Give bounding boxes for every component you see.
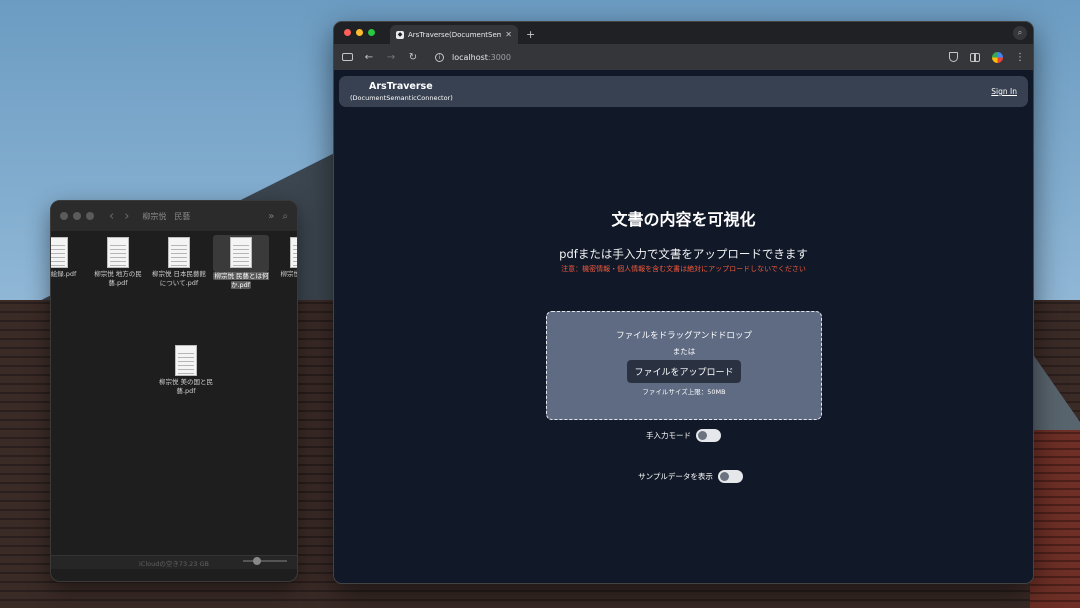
favicon-icon: ◆	[396, 30, 404, 39]
more-chevron-icon[interactable]: »	[268, 211, 274, 222]
brand[interactable]: ArsTraverse (DocumentSemanticConnector)	[350, 81, 453, 102]
finder-file-grid: …跡絵録.pdf 柳宗悦 地方の民藝.pdf 柳宗悦 日本民藝館について.pdf…	[51, 231, 297, 569]
manual-mode-toggle[interactable]	[696, 429, 721, 442]
brand-name: ArsTraverse	[369, 81, 433, 92]
sign-in-link[interactable]: Sign In	[991, 87, 1017, 96]
window-minimize-button[interactable]	[356, 29, 363, 36]
window-zoom-button[interactable]	[368, 29, 375, 36]
more-menu-icon[interactable]: ⋮	[1015, 52, 1025, 63]
tab-search-icon[interactable]: ⌕	[1013, 26, 1027, 40]
dropzone-or: または	[672, 347, 696, 356]
forward-arrow-icon[interactable]: ›	[124, 209, 129, 224]
window-close-button[interactable]	[344, 29, 351, 36]
browser-window: ◆ ArsTraverse(DocumentSemanticConnector)…	[333, 21, 1034, 584]
file-item[interactable]: 柳宗悦 地方の民藝.pdf	[90, 237, 146, 288]
forward-icon[interactable]: →	[385, 52, 397, 63]
sample-data-toggle[interactable]	[717, 470, 743, 483]
warning-text: 注意：機密情報・個人情報を含む文書は絶対にアップロードしないでください	[561, 265, 806, 273]
pdf-file-icon	[175, 345, 197, 376]
pdf-file-icon	[230, 237, 252, 268]
brand-subtitle: (DocumentSemanticConnector)	[350, 94, 453, 102]
back-arrow-icon[interactable]: ‹	[109, 209, 114, 224]
dropzone-instruction: ファイルをドラッグアンドドロップ	[616, 331, 752, 341]
browser-toolbar: ← → ↻ i localhost:3000 ⋮	[334, 44, 1033, 70]
finder-status-bar: iCloudの空き73.23 GB	[51, 555, 297, 569]
app-header: ArsTraverse (DocumentSemanticConnector) …	[339, 76, 1028, 107]
web-page: ArsTraverse (DocumentSemanticConnector) …	[334, 70, 1033, 583]
file-dropzone[interactable]: ファイルをドラッグアンドドロップ または ファイルをアップロード ファイルサイズ…	[546, 311, 822, 420]
browser-tab[interactable]: ◆ ArsTraverse(DocumentSemanticConnector)…	[390, 25, 518, 44]
manual-mode-row: 手入力モード	[334, 429, 1033, 442]
back-icon[interactable]: ←	[363, 52, 375, 63]
file-name: 柳宗悦 民藝とは何か.pdf	[213, 272, 269, 289]
file-name: 柳宗悦 日本民藝館について.pdf	[151, 270, 207, 287]
sidebar-toggle-icon[interactable]	[342, 53, 353, 61]
file-name: …跡絵録.pdf	[50, 270, 77, 278]
search-icon[interactable]: ⌕	[282, 211, 288, 222]
profile-avatar-icon[interactable]	[992, 51, 1003, 63]
finder-window: ‹ › 柳宗悦 民藝 » ⌕ …跡絵録.pdf 柳宗悦 地方の民藝.pdf 柳宗…	[50, 200, 298, 582]
finder-minimize-button[interactable]	[73, 212, 81, 220]
sample-data-row: サンプルデータを表示	[334, 470, 1033, 483]
address-bar[interactable]: i localhost:3000	[429, 48, 939, 66]
page-title: 文書の内容を可視化	[611, 210, 756, 229]
file-size-limit: ファイルサイズ上限：50MB	[642, 388, 726, 396]
pdf-file-icon	[107, 237, 129, 268]
shield-icon[interactable]	[949, 52, 958, 62]
file-item[interactable]: 柳宗悦 美の国と民藝.pdf	[158, 345, 214, 396]
file-name: 柳宗悦 地方の民藝.pdf	[94, 270, 142, 287]
right-building-wall	[1030, 430, 1080, 608]
upload-file-button[interactable]: ファイルをアップロード	[627, 360, 741, 383]
manual-mode-label: 手入力モード	[646, 431, 691, 440]
tab-title: ArsTraverse(DocumentSemanticConnector)	[408, 30, 501, 39]
file-item[interactable]: 柳宗悦 日本民藝館について.pdf	[151, 237, 207, 288]
split-view-icon[interactable]	[970, 52, 980, 62]
url-text: localhost:3000	[452, 52, 511, 62]
reload-icon[interactable]: ↻	[407, 52, 419, 63]
icon-size-slider[interactable]	[243, 557, 287, 565]
file-name: 柳宗悦 …書…	[280, 270, 297, 278]
finder-close-button[interactable]	[60, 212, 68, 220]
file-item-selected[interactable]: 柳宗悦 民藝とは何か.pdf	[213, 235, 269, 290]
site-info-icon[interactable]: i	[435, 52, 444, 62]
storage-status: iCloudの空き73.23 GB	[138, 559, 210, 568]
file-name: 柳宗悦 美の国と民藝.pdf	[158, 378, 214, 395]
pdf-file-icon	[51, 237, 68, 268]
new-tab-icon[interactable]: +	[526, 28, 535, 41]
file-item[interactable]: 柳宗悦 …書…	[273, 237, 297, 279]
tab-close-icon[interactable]: ✕	[505, 30, 512, 39]
finder-title: 柳宗悦 民藝	[142, 211, 191, 221]
page-subtitle: pdfまたは手入力で文書をアップロードできます	[559, 247, 808, 261]
tab-bar: ◆ ArsTraverse(DocumentSemanticConnector)…	[334, 22, 1033, 44]
pdf-file-icon	[168, 237, 190, 268]
pdf-file-icon	[290, 237, 297, 268]
file-item[interactable]: …跡絵録.pdf	[50, 237, 85, 279]
finder-zoom-button[interactable]	[86, 212, 94, 220]
finder-titlebar: ‹ › 柳宗悦 民藝 » ⌕	[51, 201, 297, 231]
sample-data-label: サンプルデータを表示	[638, 472, 713, 481]
